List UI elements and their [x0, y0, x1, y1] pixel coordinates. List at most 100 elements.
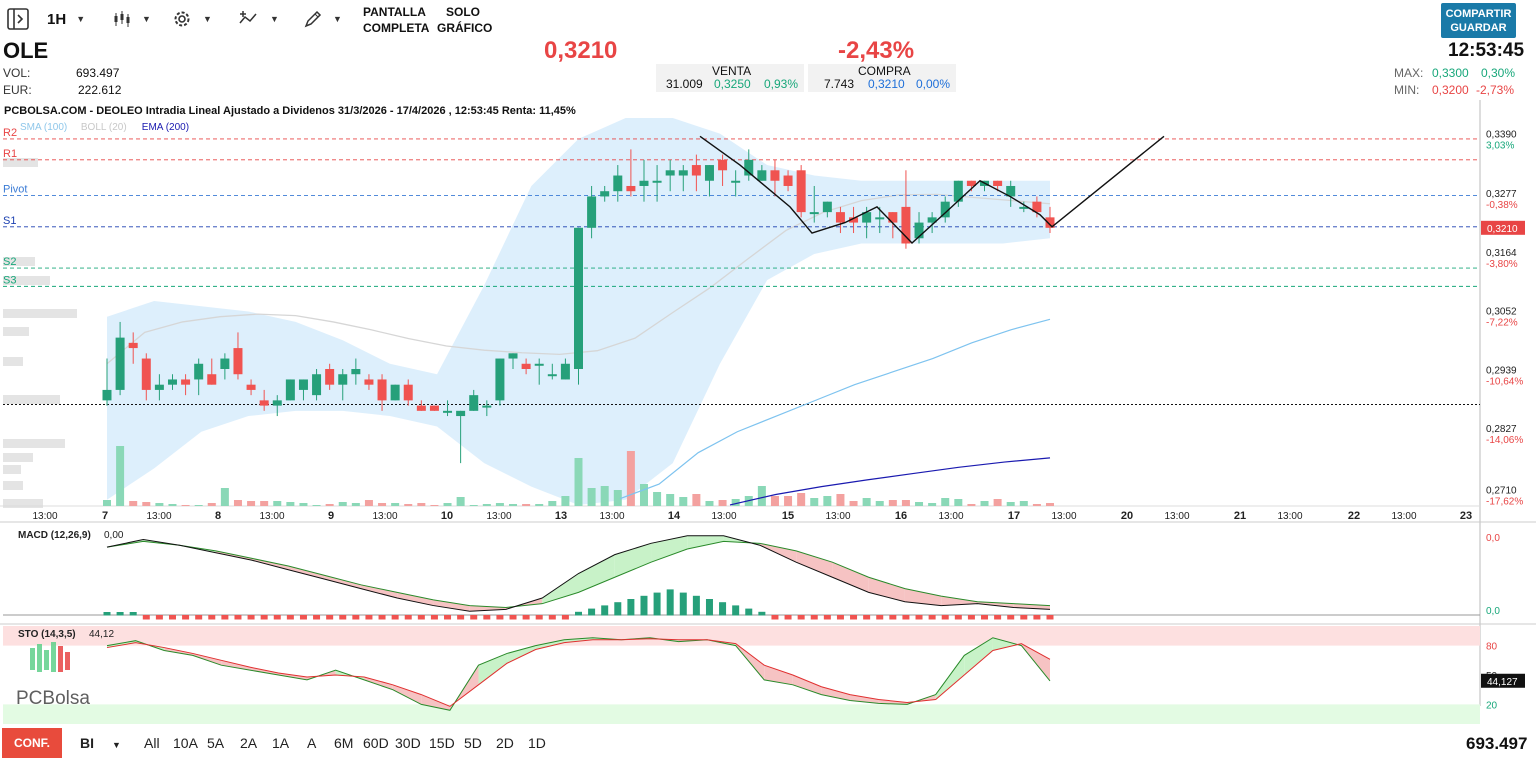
- candle-body: [259, 400, 269, 406]
- config-button[interactable]: CONF.: [2, 728, 62, 758]
- panel-toggle-button[interactable]: [6, 6, 30, 32]
- volume-bar: [548, 501, 557, 506]
- volume-bar: [1046, 503, 1054, 506]
- volume-bar: [233, 500, 242, 506]
- chartonly-line2: GRÁFICO: [437, 21, 493, 35]
- fullscreen-line1: PANTALLA: [363, 5, 426, 19]
- macd-histogram-bar: [902, 615, 910, 620]
- sell-qty: 31.009: [666, 77, 703, 91]
- logo-bar: [65, 652, 70, 670]
- ticker-symbol: OLE: [3, 38, 49, 63]
- macd-histogram-bar: [352, 615, 360, 620]
- candle-body: [495, 358, 505, 401]
- macd-histogram-bar: [653, 592, 661, 616]
- macd-fill: [578, 554, 615, 593]
- x-tick-label: 13:00: [938, 511, 963, 522]
- candle-body: [207, 374, 217, 385]
- candle-body: [783, 175, 793, 186]
- volume-bar: [561, 496, 570, 506]
- legend-item: BOLL (20): [81, 122, 127, 133]
- range-button-30d[interactable]: 30D: [395, 735, 421, 751]
- range-button-1d[interactable]: 1D: [528, 735, 546, 751]
- range-button-2d[interactable]: 2D: [496, 735, 514, 751]
- x-tick-label: 16: [895, 510, 907, 522]
- volume-bar: [784, 496, 793, 506]
- sto-tick-label: 80: [1486, 642, 1498, 653]
- range-button-6m[interactable]: 6M: [334, 735, 353, 751]
- candle-body: [652, 180, 662, 183]
- price-chart[interactable]: PCBOLSA.COM - DEOLEO Intradia Lineal Aju…: [0, 100, 1536, 726]
- volume-bar: [941, 498, 950, 506]
- mode-label: BI: [80, 735, 94, 751]
- range-button-a[interactable]: A: [307, 735, 316, 751]
- macd-histogram-bar: [509, 615, 517, 620]
- macd-histogram-bar: [221, 615, 229, 620]
- logo-bar: [51, 642, 56, 672]
- x-tick-label: 13:00: [372, 511, 397, 522]
- candle-body: [665, 170, 675, 176]
- total-volume: 693.497: [1466, 734, 1528, 753]
- y-tick-label: 0,3277: [1486, 189, 1517, 200]
- macd-histogram-bar: [208, 615, 216, 620]
- macd-histogram-bar: [627, 599, 635, 616]
- volume-bar: [535, 504, 544, 506]
- candle-body: [691, 165, 701, 176]
- macd-histogram-bar: [234, 615, 242, 620]
- macd-histogram-bar: [103, 612, 111, 616]
- range-button-15d[interactable]: 15D: [429, 735, 455, 751]
- share-save-button[interactable]: COMPARTIR GUARDAR: [1441, 3, 1516, 38]
- chevron-down-icon: ▼: [142, 14, 151, 24]
- volume-bar: [653, 492, 662, 506]
- draw-tools-button[interactable]: ▼: [303, 6, 342, 32]
- candle-body: [102, 389, 112, 401]
- clock-time: 12:53:45: [1448, 40, 1525, 61]
- range-button-2a[interactable]: 2A: [240, 735, 257, 751]
- macd-histogram-bar: [378, 615, 386, 620]
- x-tick-label: 20: [1121, 510, 1133, 522]
- candle-body: [639, 180, 649, 186]
- macd-histogram-bar: [640, 595, 648, 616]
- interval-select[interactable]: 1H ▼: [47, 6, 85, 32]
- macd-histogram-bar: [391, 615, 399, 620]
- min-label: MIN:: [1394, 83, 1420, 97]
- range-button-10a[interactable]: 10A: [173, 735, 198, 751]
- volume-bar: [509, 504, 518, 506]
- indicators-button[interactable]: ▼: [238, 6, 279, 32]
- range-button-60d[interactable]: 60D: [363, 735, 389, 751]
- macd-histogram-bar: [889, 615, 897, 620]
- settings-button[interactable]: ▼: [171, 6, 212, 32]
- mode-select[interactable]: BI ▼: [80, 735, 121, 751]
- candle-body: [613, 175, 623, 192]
- candle-body: [194, 363, 204, 380]
- candle-body: [574, 227, 583, 369]
- range-button-5a[interactable]: 5A: [207, 735, 224, 751]
- range-button-1a[interactable]: 1A: [272, 735, 289, 751]
- volume-bar: [862, 498, 871, 506]
- macd-histogram-bar: [575, 611, 582, 616]
- chart-only-button[interactable]: SOLO GRÁFICO: [437, 4, 492, 36]
- candle-body: [678, 170, 688, 176]
- volume-bar: [391, 503, 400, 506]
- chart-type-button[interactable]: ▼: [112, 6, 151, 32]
- macd-fill: [832, 562, 869, 593]
- eur-label: EUR:: [3, 83, 32, 97]
- range-button-5d[interactable]: 5D: [464, 735, 482, 751]
- max-label: MAX:: [1394, 66, 1424, 80]
- candle-body: [508, 353, 518, 359]
- candle-body: [809, 212, 819, 215]
- sto-fill: [478, 653, 508, 685]
- range-button-all[interactable]: All: [144, 735, 160, 751]
- volume-bar: [325, 504, 334, 506]
- x-tick-label: 13: [555, 510, 567, 522]
- fullscreen-button[interactable]: PANTALLA COMPLETA: [363, 4, 429, 36]
- candle-body: [469, 395, 479, 411]
- macd-fill: [433, 599, 470, 612]
- macd-histogram-bar: [967, 615, 975, 620]
- max-pct: 0,30%: [1481, 66, 1516, 80]
- candle-body: [796, 170, 806, 213]
- volume-bar: [797, 493, 806, 506]
- volume-bar: [286, 502, 295, 506]
- candle-body: [233, 348, 243, 375]
- volume-bar: [430, 505, 439, 506]
- last-price: 0,3210: [544, 37, 618, 64]
